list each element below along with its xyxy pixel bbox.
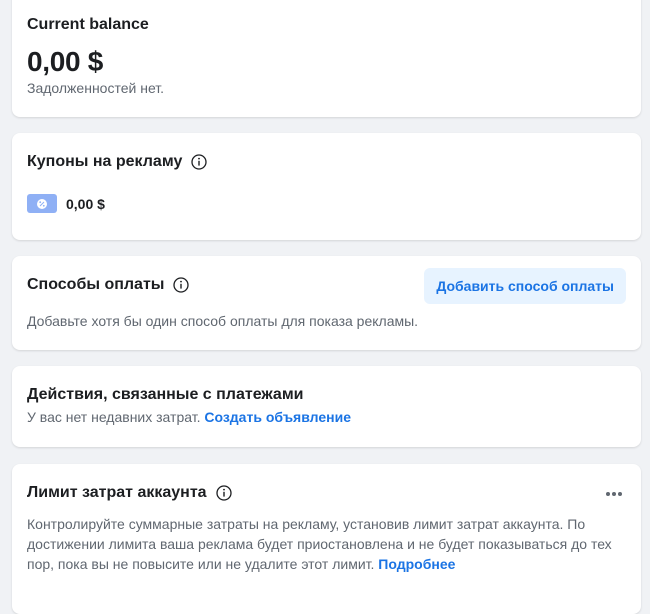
spending-limit-text: Контролируйте суммарные затраты на рекла… <box>27 516 612 572</box>
coupons-header: Купоны на рекламу <box>27 153 207 171</box>
ad-coupons-card: Купоны на рекламу 0,00 $ <box>12 133 641 240</box>
payment-activity-title: Действия, связанные с платежами <box>27 386 304 403</box>
learn-more-link[interactable]: Подробнее <box>378 556 455 572</box>
info-icon[interactable] <box>215 485 232 501</box>
coupons-title: Купоны на рекламу <box>27 153 183 170</box>
current-balance-card: Current balance 0,00 $ Задолженностей не… <box>12 0 641 117</box>
info-icon[interactable] <box>191 154 207 170</box>
coupon-row: 0,00 $ <box>27 194 105 213</box>
coupon-value: 0,00 $ <box>66 195 105 212</box>
balance-title: Current balance <box>27 16 149 33</box>
payment-activity-card: Действия, связанные с платежами У вас не… <box>12 366 641 447</box>
spending-limit-card: Лимит затрат аккаунта Контролируйте сумм… <box>12 464 641 614</box>
balance-amount: 0,00 $ <box>27 46 104 77</box>
spending-limit-title: Лимит затрат аккаунта <box>27 484 207 501</box>
payment-methods-header: Способы оплаты <box>27 276 190 294</box>
payment-methods-title: Способы оплаты <box>27 276 165 293</box>
spending-limit-description: Контролируйте суммарные затраты на рекла… <box>27 514 627 574</box>
no-spend-text: У вас нет недавних затрат. <box>27 409 201 425</box>
payment-methods-description: Добавьте хотя бы один способ оплаты для … <box>27 313 419 329</box>
create-ad-link[interactable]: Создать объявление <box>204 409 351 425</box>
payment-methods-card: Способы оплаты Добавить способ оплаты До… <box>12 256 641 350</box>
info-icon[interactable] <box>173 277 190 293</box>
spending-limit-header: Лимит затрат аккаунта <box>27 484 232 502</box>
add-payment-method-button[interactable]: Добавить способ оплаты <box>424 268 626 304</box>
more-horizontal-icon[interactable] <box>604 486 624 502</box>
coupon-percent-icon <box>27 194 57 213</box>
debt-status: Задолженностей нет. <box>27 80 165 96</box>
payment-activity-description: У вас нет недавних затрат. Создать объяв… <box>27 409 351 425</box>
